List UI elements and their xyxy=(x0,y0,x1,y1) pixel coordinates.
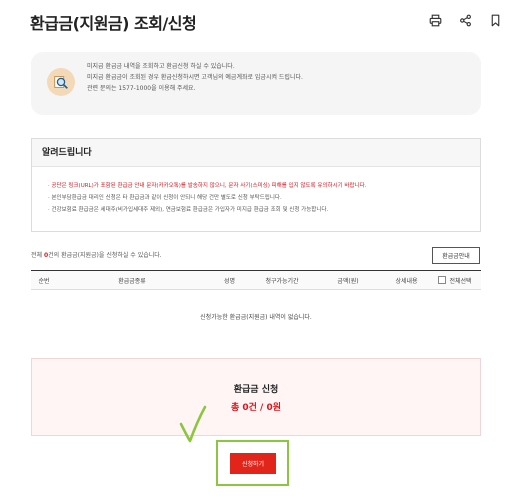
notice-heading: 알려드립니다 xyxy=(32,139,480,167)
apply-total: 총 0건 / 0원 xyxy=(230,403,282,413)
col-name: 성명 xyxy=(223,277,236,285)
info-line: 미지급 환급금 내역을 조회하고 환급신청 하실 수 있습니다. xyxy=(87,63,235,70)
summary-text: 전체 0건의 환급금(지원금)을 신청하실 수 있습니다. xyxy=(31,250,162,259)
bookmark-icon[interactable] xyxy=(487,12,503,28)
summary-prefix: 전체 xyxy=(31,252,44,259)
info-box: 미지급 환급금 내역을 조회하고 환급신청 하실 수 있습니다. 미지급 환급금… xyxy=(31,52,481,115)
checkmark-annotation-icon xyxy=(179,405,207,443)
table-header: 순번 환급금종류 성명 청구가능기간 금액(원) 상세내용 전체선택 xyxy=(31,270,481,290)
col-select-all[interactable]: 전체선택 xyxy=(429,271,481,289)
info-line: 관련 문의는 1577-1000을 이용해 주세요. xyxy=(87,85,196,92)
table-empty-message: 신청가능한 환급금(지원금) 내역이 없습니다. xyxy=(200,314,312,321)
select-all-checkbox[interactable] xyxy=(438,276,447,284)
notice-box: 알려드립니다 공단은 링크(URL)가 포함된 환급금 안내 문자(카카오톡)를… xyxy=(31,138,481,232)
refund-guide-button[interactable]: 환급금안내 xyxy=(432,247,480,264)
search-money-icon xyxy=(47,68,75,96)
summary-suffix: 건의 환급금(지원금)을 신청하실 수 있습니다. xyxy=(48,252,162,259)
notice-item-warning: 공단은 링크(URL)가 포함된 환급금 안내 문자(카카오톡)를 발송하지 않… xyxy=(48,180,480,192)
notice-item: 건강보험료 환급금은 세대주(비가입세대주 제외), 연금보험료 환급금은 가입… xyxy=(48,204,480,216)
col-detail: 상세내용 xyxy=(395,277,418,285)
info-line: 미지급 환급금이 조회된 경우 환급신청하시면 고객님의 예금계좌로 입금시켜 … xyxy=(87,74,303,81)
apply-title: 환급금 신청 xyxy=(233,385,279,395)
select-all-label: 전체선택 xyxy=(449,277,472,285)
print-icon[interactable] xyxy=(427,12,443,28)
apply-summary-box: 환급금 신청 총 0건 / 0원 xyxy=(31,358,481,436)
col-seq: 순번 xyxy=(38,277,50,285)
page-title: 환급금(지원금) 조회/신청 xyxy=(30,14,197,33)
col-amount: 금액(원) xyxy=(337,277,359,285)
col-type: 환급금종류 xyxy=(118,277,146,285)
notice-item: 본인부담환급금 대리인 신청은 타 환급금과 같이 신청이 안되니 해당 건만 … xyxy=(48,192,480,204)
share-icon[interactable] xyxy=(457,12,473,28)
header-actions xyxy=(427,12,503,28)
info-text: 미지급 환급금 내역을 조회하고 환급신청 하실 수 있습니다. 미지급 환급금… xyxy=(87,61,303,94)
apply-button[interactable]: 신청하기 xyxy=(230,453,276,474)
notice-list: 공단은 링크(URL)가 포함된 환급금 안내 문자(카카오톡)를 발송하지 않… xyxy=(32,167,480,216)
col-period: 청구가능기간 xyxy=(265,277,299,285)
